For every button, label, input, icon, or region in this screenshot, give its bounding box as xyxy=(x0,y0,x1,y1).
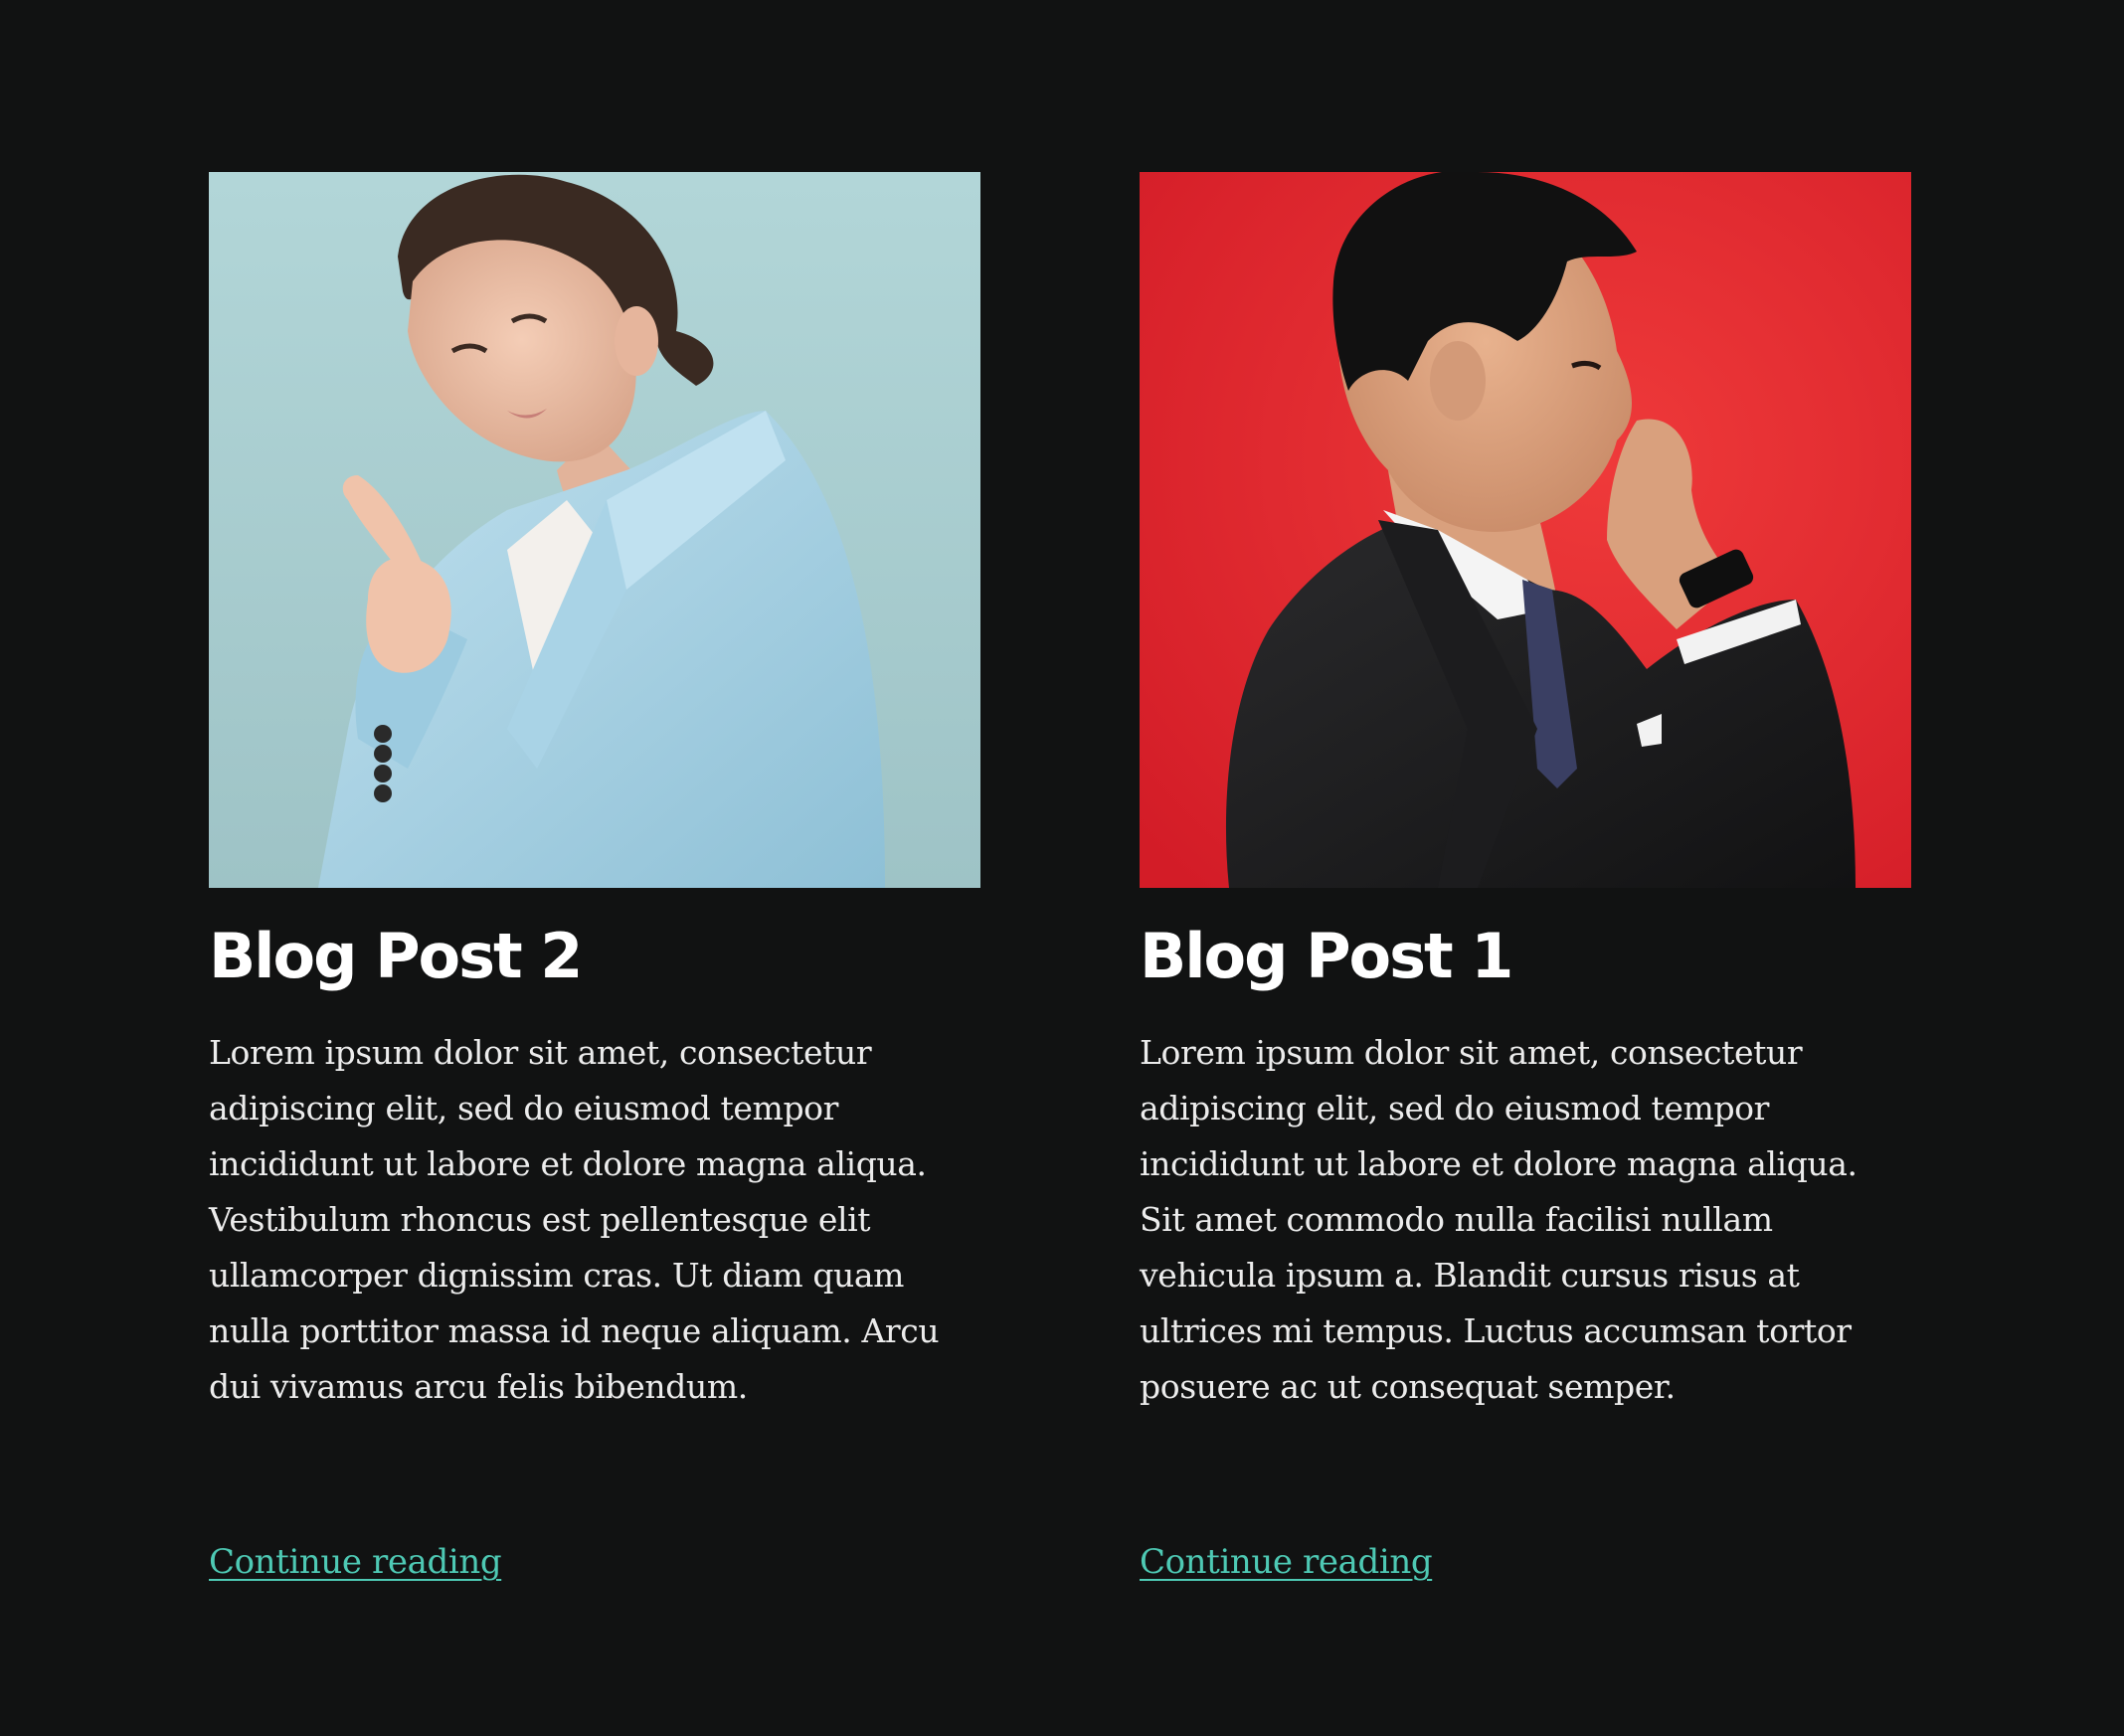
post-title[interactable]: Blog Post 1 xyxy=(1140,918,1911,995)
post-image-woman-blazer xyxy=(209,172,980,888)
post-thumbnail-link[interactable] xyxy=(209,172,980,888)
continue-reading-link[interactable]: Continue reading xyxy=(209,1538,502,1586)
post-card-blog-post-1: Blog Post 1 Lorem ipsum dolor sit amet, … xyxy=(1140,172,1911,1586)
post-card-blog-post-2: Blog Post 2 Lorem ipsum dolor sit amet, … xyxy=(209,172,980,1586)
continue-reading-link[interactable]: Continue reading xyxy=(1140,1538,1433,1586)
post-excerpt: Lorem ipsum dolor sit amet, consectetur … xyxy=(1140,1033,1858,1406)
post-thumbnail-link[interactable] xyxy=(1140,172,1911,888)
post-image-man-phone xyxy=(1140,172,1911,888)
blog-page: Blog Post 2 Lorem ipsum dolor sit amet, … xyxy=(0,0,2124,1736)
post-title[interactable]: Blog Post 2 xyxy=(209,918,980,995)
post-excerpt: Lorem ipsum dolor sit amet, consectetur … xyxy=(209,1033,940,1406)
